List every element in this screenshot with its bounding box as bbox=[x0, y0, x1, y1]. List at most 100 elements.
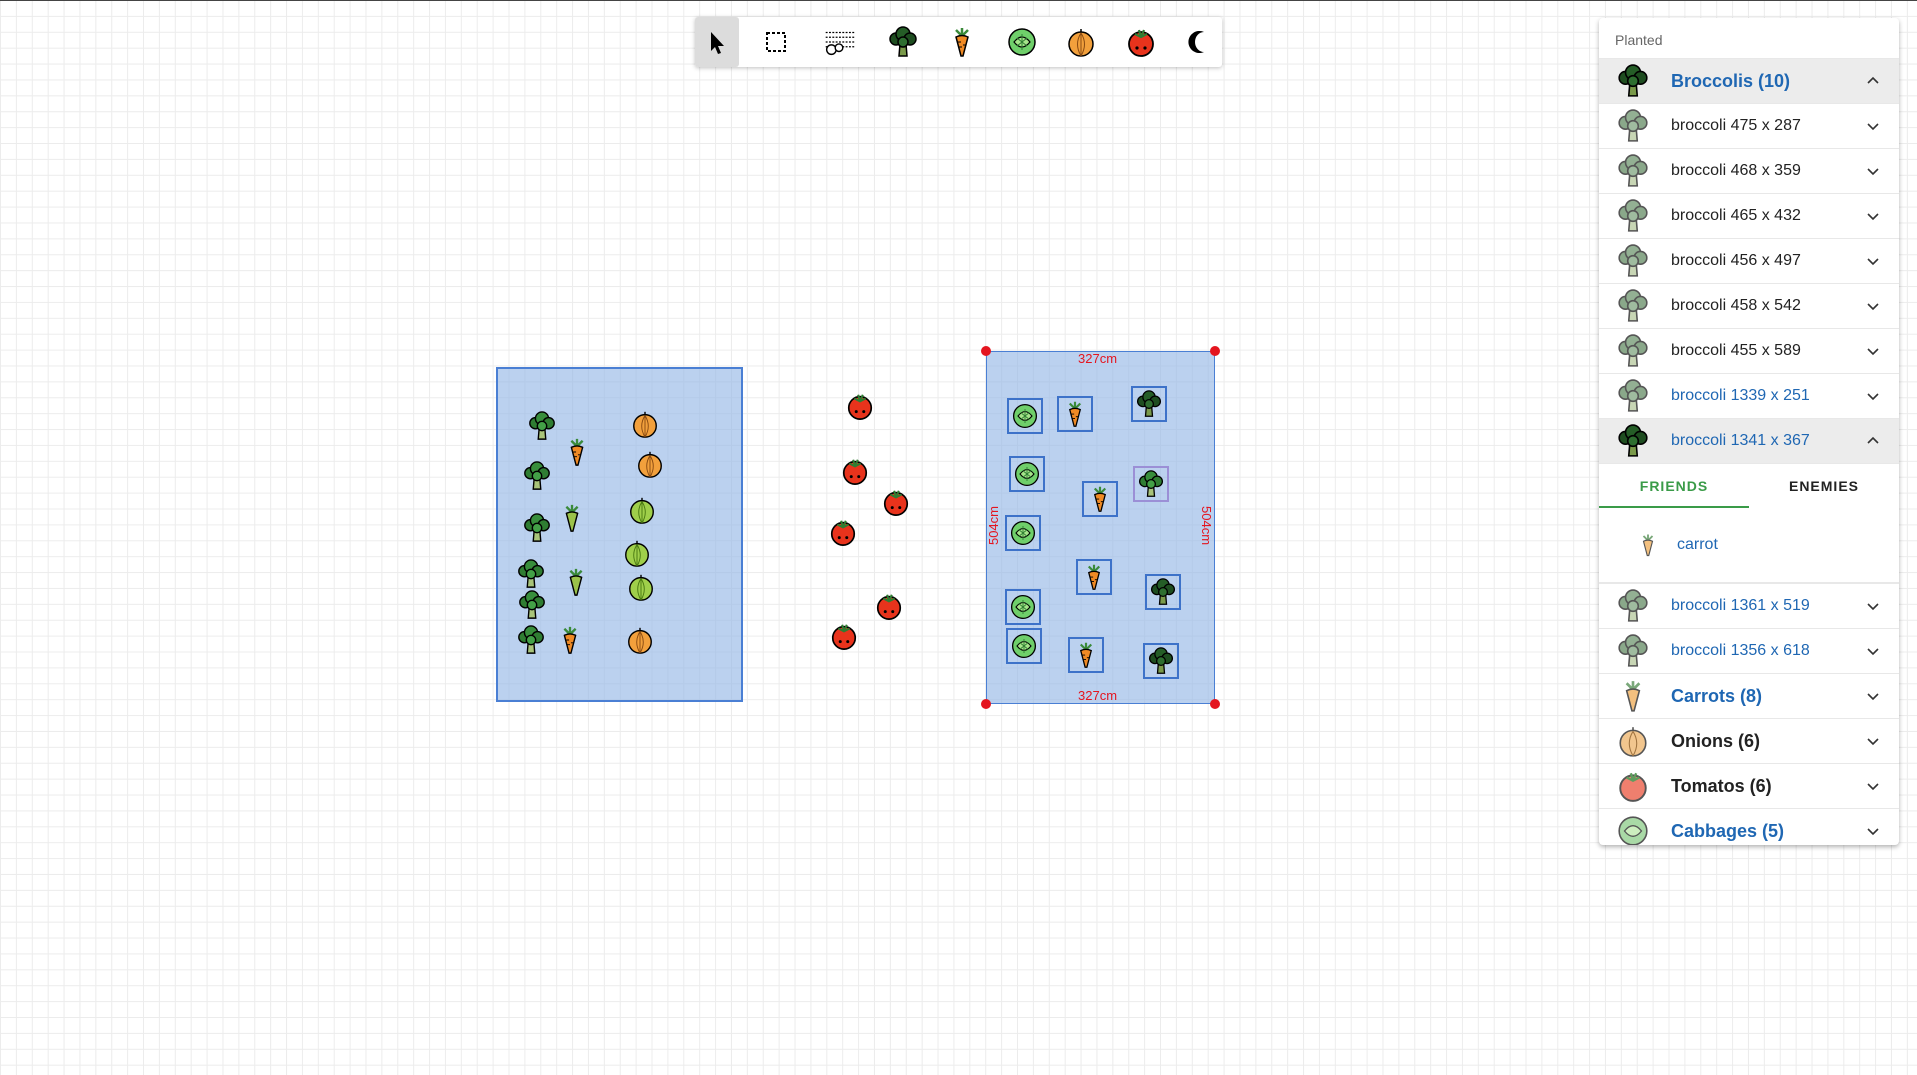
group-header-tomatos[interactable]: Tomatos (6) bbox=[1599, 763, 1899, 808]
tomato-plant[interactable] bbox=[840, 456, 870, 486]
select-tool-button[interactable] bbox=[695, 17, 739, 67]
onion-icon bbox=[630, 409, 660, 439]
list-item[interactable]: broccoli 1339 x 251 bbox=[1599, 373, 1899, 418]
broccoli-plant[interactable] bbox=[522, 461, 552, 491]
list-item-label: broccoli 468 x 359 bbox=[1671, 162, 1801, 179]
chevron-down-icon bbox=[1865, 253, 1881, 269]
list-item-expanded[interactable]: broccoli 1341 x 367 bbox=[1599, 418, 1899, 463]
tab-enemies[interactable]: ENEMIES bbox=[1749, 464, 1899, 508]
broccoli-plant[interactable] bbox=[527, 411, 557, 441]
resize-handle-top-right[interactable] bbox=[1210, 346, 1220, 356]
dark-mode-toggle[interactable] bbox=[1179, 17, 1223, 67]
list-item[interactable]: broccoli 1361 x 519 bbox=[1599, 583, 1899, 628]
carrot-plant[interactable] bbox=[561, 567, 591, 597]
list-item[interactable]: broccoli 458 x 542 bbox=[1599, 283, 1899, 328]
carrot-icon bbox=[1636, 528, 1660, 562]
broccoli-icon bbox=[522, 461, 552, 491]
broccoli-icon bbox=[1616, 379, 1650, 413]
chevron-down-icon bbox=[1865, 733, 1881, 749]
group-header-cabbages[interactable]: Cabbages (5) bbox=[1599, 808, 1899, 845]
broccoli-icon bbox=[1147, 647, 1175, 675]
resize-handle-bottom-left[interactable] bbox=[981, 699, 991, 709]
list-item-label: broccoli 456 x 497 bbox=[1671, 252, 1801, 269]
carrot-plant[interactable] bbox=[1082, 481, 1118, 517]
onion-plant[interactable] bbox=[622, 538, 652, 568]
bed-height-label-right: 504cm bbox=[1199, 506, 1214, 546]
list-item[interactable]: broccoli 455 x 589 bbox=[1599, 328, 1899, 373]
group-header-onions[interactable]: Onions (6) bbox=[1599, 718, 1899, 763]
cabbage-plant[interactable] bbox=[1005, 515, 1041, 551]
broccoli-plant[interactable] bbox=[522, 513, 552, 543]
group-label: Cabbages (5) bbox=[1671, 820, 1785, 841]
list-item[interactable]: broccoli 1356 x 618 bbox=[1599, 628, 1899, 673]
onion-icon bbox=[1065, 26, 1097, 58]
carrot-plant[interactable] bbox=[1076, 559, 1112, 595]
friend-item[interactable]: carrot bbox=[1599, 508, 1899, 583]
broccoli-plant-selected[interactable] bbox=[1133, 466, 1169, 502]
cabbage-icon bbox=[1010, 632, 1038, 660]
list-item[interactable]: broccoli 475 x 287 bbox=[1599, 103, 1899, 148]
onion-plant[interactable] bbox=[630, 409, 660, 439]
carrot-tool-button[interactable] bbox=[940, 17, 984, 67]
broccoli-icon bbox=[1616, 289, 1650, 323]
carrot-icon bbox=[562, 437, 592, 467]
list-item-label: broccoli 465 x 432 bbox=[1671, 207, 1801, 224]
tomato-icon bbox=[881, 487, 911, 517]
carrot-icon bbox=[946, 26, 978, 58]
onion-plant[interactable] bbox=[625, 625, 655, 655]
broccoli-tool-button[interactable] bbox=[881, 17, 925, 67]
tomato-plant[interactable] bbox=[828, 517, 858, 547]
broccoli-plant[interactable] bbox=[516, 559, 546, 589]
marquee-tool-button[interactable] bbox=[755, 17, 799, 67]
carrot-plant[interactable] bbox=[555, 625, 585, 655]
cabbage-plant[interactable] bbox=[1006, 628, 1042, 664]
broccoli-plant[interactable] bbox=[1143, 643, 1179, 679]
resize-handle-bottom-right[interactable] bbox=[1210, 699, 1220, 709]
broccoli-icon bbox=[1616, 64, 1650, 98]
cabbage-tool-button[interactable] bbox=[1000, 17, 1044, 67]
tomato-plant[interactable] bbox=[845, 391, 875, 421]
carrot-icon bbox=[1061, 400, 1089, 428]
planted-panel: Planted Broccolis (10) broccoli 475 x 28… bbox=[1599, 18, 1899, 845]
chevron-down-icon bbox=[1865, 343, 1881, 359]
carrot-plant[interactable] bbox=[1068, 637, 1104, 673]
carrot-plant[interactable] bbox=[1057, 396, 1093, 432]
cabbage-plant[interactable] bbox=[1009, 456, 1045, 492]
list-item[interactable]: broccoli 456 x 497 bbox=[1599, 238, 1899, 283]
chevron-down-icon bbox=[1865, 823, 1881, 839]
group-label: Carrots (8) bbox=[1671, 685, 1763, 706]
broccoli-plant[interactable] bbox=[1145, 574, 1181, 610]
onion-tool-button[interactable] bbox=[1059, 17, 1103, 67]
tomato-plant[interactable] bbox=[874, 591, 904, 621]
list-item[interactable]: broccoli 465 x 432 bbox=[1599, 193, 1899, 238]
group-header-broccolis[interactable]: Broccolis (10) bbox=[1599, 58, 1899, 103]
carrot-icon bbox=[1080, 563, 1108, 591]
cabbage-plant[interactable] bbox=[1007, 398, 1043, 434]
tomato-tool-button[interactable] bbox=[1119, 17, 1163, 67]
tab-friends[interactable]: FRIENDS bbox=[1599, 464, 1749, 508]
broccoli-icon bbox=[887, 26, 919, 58]
cabbage-plant[interactable] bbox=[1005, 589, 1041, 625]
onion-plant[interactable] bbox=[626, 572, 656, 602]
broccoli-plant[interactable] bbox=[516, 625, 546, 655]
onion-green-icon bbox=[627, 495, 657, 525]
broccoli-plant[interactable] bbox=[517, 590, 547, 620]
cabbage-icon bbox=[1009, 593, 1037, 621]
tomato-plant[interactable] bbox=[881, 487, 911, 517]
relations-tabs: FRIENDS ENEMIES bbox=[1599, 463, 1899, 508]
resize-handle-top-left[interactable] bbox=[981, 346, 991, 356]
cabbage-icon bbox=[1006, 26, 1038, 58]
carrot-plant[interactable] bbox=[557, 503, 587, 533]
list-item-label: broccoli 1339 x 251 bbox=[1671, 387, 1810, 404]
cabbage-icon bbox=[1616, 814, 1650, 845]
bed-tool-button[interactable] bbox=[814, 17, 865, 67]
carrot-plant[interactable] bbox=[562, 437, 592, 467]
onion-plant[interactable] bbox=[635, 449, 665, 479]
onion-plant[interactable] bbox=[627, 495, 657, 525]
broccoli-icon bbox=[1616, 589, 1650, 623]
broccoli-plant[interactable] bbox=[1131, 386, 1167, 422]
bed-height-label-left: 504cm bbox=[986, 506, 1001, 546]
tomato-plant[interactable] bbox=[829, 621, 859, 651]
list-item[interactable]: broccoli 468 x 359 bbox=[1599, 148, 1899, 193]
group-header-carrots[interactable]: Carrots (8) bbox=[1599, 673, 1899, 718]
